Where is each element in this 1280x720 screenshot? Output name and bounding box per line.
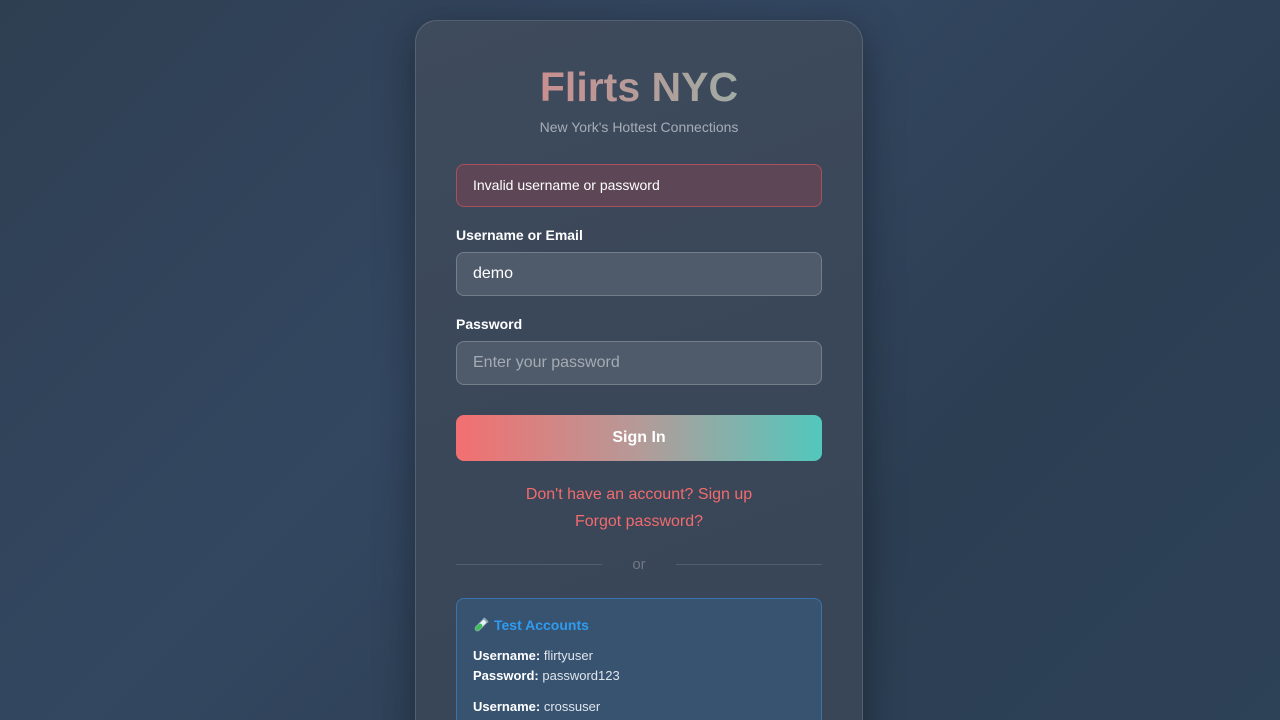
forgot-password-link[interactable]: Forgot password?: [456, 513, 822, 531]
app-title: Flirts NYC: [456, 65, 822, 109]
username-label: Username or Email: [456, 227, 583, 243]
password-input[interactable]: [456, 341, 822, 385]
username-input[interactable]: [456, 252, 822, 296]
account-username-row: Username: flirtyuser: [473, 646, 805, 666]
test-accounts-title: Test Accounts: [494, 617, 589, 633]
test-accounts-panel: Test Accounts Username: flirtyuser Passw…: [456, 598, 822, 720]
username-key: Username:: [473, 699, 541, 714]
account-username: crossuser: [543, 699, 601, 714]
username-key: Username:: [473, 648, 541, 663]
signup-link[interactable]: Don't have an account? Sign up: [456, 486, 822, 504]
error-alert: Invalid username or password: [456, 164, 822, 207]
divider-text: or: [632, 556, 646, 573]
app-subtitle: New York's Hottest Connections: [539, 119, 739, 135]
account-password-row: Password: password123: [473, 666, 805, 686]
sign-in-button[interactable]: Sign In: [456, 415, 822, 461]
test-account-1: Username: flirtyuser Password: password1…: [473, 646, 805, 686]
account-username: flirtyuser: [543, 648, 593, 663]
test-accounts-heading: Test Accounts: [473, 617, 805, 633]
test-account-2: Username: crossuser: [473, 697, 805, 717]
login-card: Flirts NYC New York's Hottest Connection…: [415, 20, 863, 720]
password-label: Password: [456, 316, 523, 332]
divider-line-right: [675, 564, 822, 565]
test-tube-icon: [473, 617, 489, 633]
or-divider: or: [456, 556, 822, 573]
account-password: password123: [542, 668, 620, 683]
account-username-row: Username: crossuser: [473, 697, 805, 717]
divider-line-left: [456, 564, 603, 565]
password-key: Password:: [473, 668, 539, 683]
